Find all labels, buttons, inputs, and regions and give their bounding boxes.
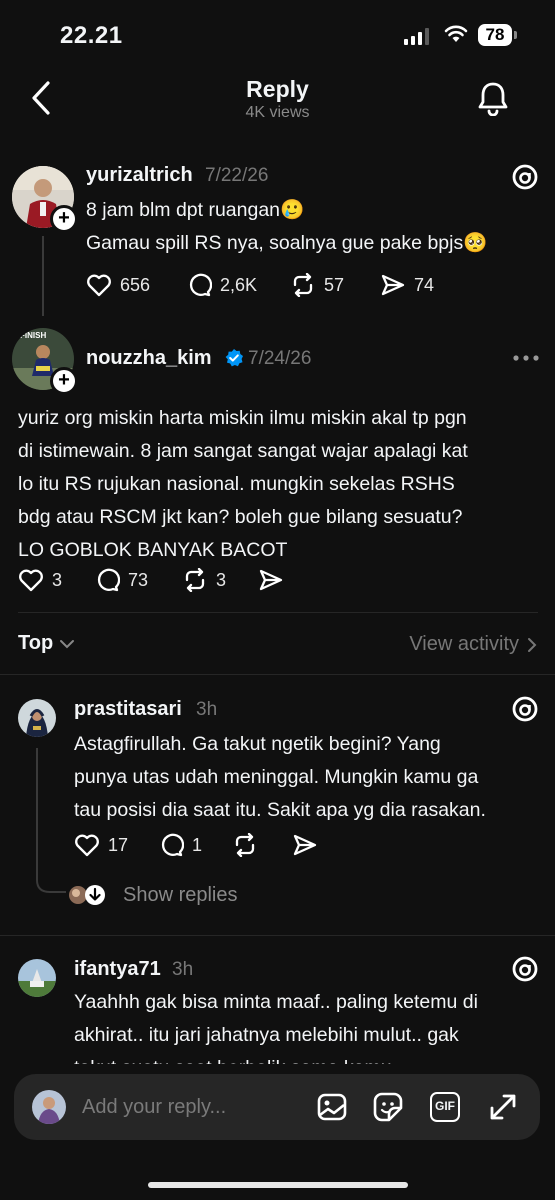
post-username[interactable]: yurizaltrich	[86, 164, 193, 187]
repost-count: 57	[324, 274, 345, 295]
repost-icon	[293, 273, 313, 297]
repost-button[interactable]: 57	[290, 273, 344, 297]
thread-line	[36, 748, 38, 878]
comment-icon	[189, 273, 212, 297]
sticker-icon[interactable]	[372, 1091, 404, 1123]
comment-icon	[97, 568, 120, 592]
chevron-down-icon	[60, 639, 75, 648]
repost-icon	[185, 568, 205, 592]
avatar[interactable]	[18, 959, 56, 997]
view-count: 4K views	[245, 104, 310, 121]
heart-icon	[87, 274, 111, 297]
status-time: 22.21	[60, 22, 123, 49]
reply-time: 3h	[196, 699, 218, 720]
post-date: 7/24/26	[248, 348, 312, 369]
comment-button[interactable]: 1	[158, 833, 202, 857]
divider	[0, 935, 555, 936]
notification-bell-icon[interactable]	[476, 80, 510, 116]
like-button[interactable]: 3	[18, 568, 62, 592]
chevron-right-icon	[528, 637, 537, 652]
view-activity-link[interactable]: View activity	[409, 633, 537, 656]
battery-tip	[514, 31, 517, 39]
like-count: 17	[108, 834, 129, 855]
comment-count: 73	[128, 569, 149, 590]
threads-logo-icon[interactable]	[510, 694, 540, 724]
sort-dropdown[interactable]: Top	[18, 632, 75, 655]
post-line: lo itu RS rujukan nasional. mungkin seke…	[18, 473, 455, 495]
send-icon	[293, 834, 317, 856]
battery-icon: 78	[478, 24, 512, 46]
reply-line: akhirat.. itu jari jahatnya melebihi mul…	[74, 1024, 459, 1046]
reply-time: 3h	[172, 959, 194, 980]
post-date: 7/22/26	[205, 165, 269, 186]
reply-line: Yaahhh gak bisa minta maaf.. paling kete…	[74, 991, 478, 1013]
divider	[18, 612, 538, 613]
thread-line	[42, 236, 44, 316]
threads-logo-icon[interactable]	[510, 162, 540, 192]
more-options-icon[interactable]	[513, 355, 539, 361]
comment-count: 2,6K	[220, 274, 258, 295]
share-button[interactable]	[292, 833, 318, 857]
image-gallery-icon[interactable]	[316, 1091, 348, 1123]
reply-username[interactable]: prastitasari	[74, 698, 182, 721]
like-count: 656	[120, 274, 151, 295]
comment-button[interactable]: 2,6K	[186, 273, 257, 297]
expand-icon[interactable]	[488, 1092, 518, 1122]
repost-count: 3	[216, 569, 227, 590]
post-line: LO GOBLOK BANYAK BACOT	[18, 539, 288, 561]
follow-plus-button[interactable]: +	[50, 205, 78, 233]
reply-line: Astagfirullah. Ga takut ngetik begini? Y…	[74, 733, 441, 755]
share-button[interactable]	[258, 568, 284, 592]
heart-icon	[19, 569, 43, 592]
repost-button[interactable]: 3	[182, 568, 226, 592]
post-line: yuriz org miskin harta miskin ilmu miski…	[18, 407, 467, 429]
post-line: 8 jam blm dpt ruangan🥲	[86, 199, 305, 221]
reply-avatars-stack[interactable]	[68, 884, 108, 906]
send-icon	[381, 274, 405, 296]
thread-curve	[36, 872, 66, 894]
composer-avatar	[32, 1090, 66, 1124]
comment-count: 1	[192, 834, 203, 855]
divider	[0, 674, 555, 675]
post-line: di istimewain. 8 jam sangat sangat wajar…	[18, 440, 468, 462]
post-text: yuriz org miskin harta miskin ilmu miski…	[18, 402, 468, 567]
cellular-signal-icon	[404, 28, 429, 45]
post-line: Gamau spill RS nya, soalnya gue pake bpj…	[86, 232, 488, 254]
threads-logo-icon[interactable]	[510, 954, 540, 984]
gif-button[interactable]: GIF	[430, 1092, 460, 1122]
page-title: Reply	[246, 76, 309, 102]
avatar[interactable]	[18, 699, 56, 737]
follow-plus-button[interactable]: +	[50, 367, 78, 395]
comment-icon	[161, 833, 184, 857]
send-icon	[259, 569, 283, 591]
view-activity-label: View activity	[409, 633, 519, 655]
sort-label: Top	[18, 632, 54, 654]
like-button[interactable]: 17	[74, 833, 128, 857]
home-indicator	[148, 1182, 408, 1188]
reply-text: Astagfirullah. Ga takut ngetik begini? Y…	[74, 728, 486, 827]
post-text: 8 jam blm dpt ruangan🥲 Gamau spill RS ny…	[86, 194, 488, 260]
wifi-icon	[444, 25, 468, 43]
reply-line: punya utas udah meninggal. Mungkin kamu …	[74, 766, 479, 788]
gif-label: GIF	[435, 1099, 455, 1113]
verified-badge-icon	[224, 348, 244, 368]
avatar-text: FINISH	[20, 331, 46, 340]
reply-input[interactable]: Add your reply...	[82, 1096, 226, 1119]
repost-button[interactable]	[232, 833, 258, 857]
comment-button[interactable]: 73	[94, 568, 148, 592]
reply-username[interactable]: ifantya71	[74, 958, 161, 981]
show-replies-link[interactable]: Show replies	[123, 884, 238, 907]
heart-icon	[75, 834, 99, 857]
like-count: 3	[52, 569, 63, 590]
share-button[interactable]: 74	[380, 273, 434, 297]
repost-icon	[235, 833, 255, 857]
post-line: bdg atau RSCM jkt kan? boleh gue bilang …	[18, 506, 463, 528]
share-count: 74	[414, 274, 435, 295]
reply-line: tau posisi dia saat itu. Sakit apa yg di…	[74, 799, 486, 821]
like-button[interactable]: 656	[86, 273, 150, 297]
post-username[interactable]: nouzzha_kim	[86, 347, 212, 370]
